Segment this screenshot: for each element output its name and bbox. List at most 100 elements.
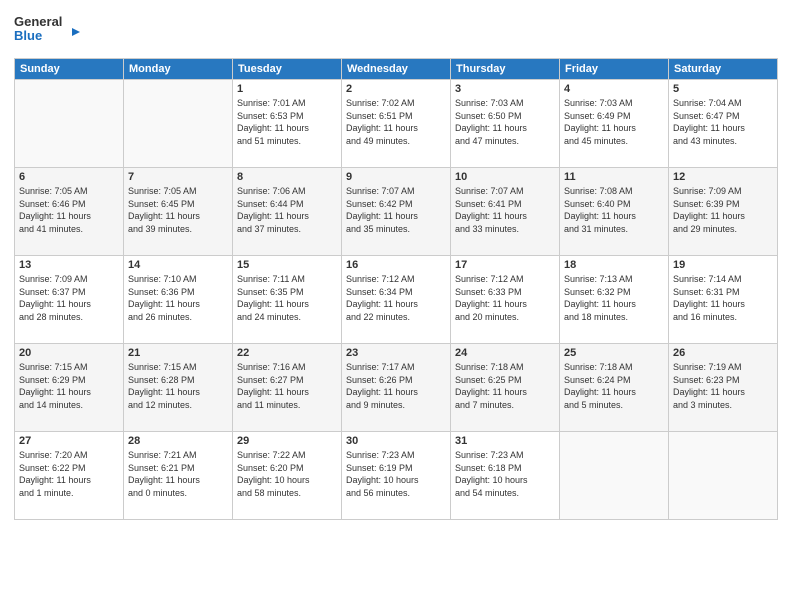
calendar-cell: 14 Sunrise: 7:10 AM Sunset: 6:36 PM Dayli… (124, 256, 233, 344)
calendar-cell: 22 Sunrise: 7:16 AM Sunset: 6:27 PM Dayli… (233, 344, 342, 432)
day-number: 20 (19, 347, 119, 359)
day-number: 29 (237, 435, 337, 447)
week-row-4: 20 Sunrise: 7:15 AM Sunset: 6:29 PM Dayli… (15, 344, 778, 432)
day-info: Sunrise: 7:09 AM Sunset: 6:39 PM Dayligh… (673, 185, 773, 235)
day-info: Sunrise: 7:12 AM Sunset: 6:33 PM Dayligh… (455, 273, 555, 323)
week-row-3: 13Sunrise: 7:09 AM Sunset: 6:37 PM Dayli… (15, 256, 778, 344)
day-number: 22 (237, 347, 337, 359)
calendar-cell: 2 Sunrise: 7:02 AM Sunset: 6:51 PM Daylig… (342, 80, 451, 168)
day-number: 8 (237, 171, 337, 183)
calendar-cell: 29 Sunrise: 7:22 AM Sunset: 6:20 PM Dayli… (233, 432, 342, 520)
day-info: Sunrise: 7:23 AM Sunset: 6:18 PM Dayligh… (455, 449, 555, 499)
calendar-cell: 17 Sunrise: 7:12 AM Sunset: 6:33 PM Dayli… (451, 256, 560, 344)
calendar-cell: 11Sunrise: 7:08 AM Sunset: 6:40 PM Dayli… (560, 168, 669, 256)
day-info: Sunrise: 7:04 AM Sunset: 6:47 PM Dayligh… (673, 97, 773, 147)
calendar-cell: 19 Sunrise: 7:14 AM Sunset: 6:31 PM Dayli… (669, 256, 778, 344)
calendar-cell: 30Sunrise: 7:23 AM Sunset: 6:19 PM Dayli… (342, 432, 451, 520)
day-header-wednesday: Wednesday (342, 59, 451, 80)
day-number: 30 (346, 435, 446, 447)
day-number: 23 (346, 347, 446, 359)
week-row-5: 27Sunrise: 7:20 AM Sunset: 6:22 PM Dayli… (15, 432, 778, 520)
calendar-cell: 7 Sunrise: 7:05 AM Sunset: 6:45 PM Daylig… (124, 168, 233, 256)
day-info: Sunrise: 7:15 AM Sunset: 6:28 PM Dayligh… (128, 361, 228, 411)
day-number: 6 (19, 171, 119, 183)
day-info: Sunrise: 7:16 AM Sunset: 6:27 PM Dayligh… (237, 361, 337, 411)
day-number: 21 (128, 347, 228, 359)
day-info: Sunrise: 7:19 AM Sunset: 6:23 PM Dayligh… (673, 361, 773, 411)
day-number: 3 (455, 83, 555, 95)
day-number: 11 (564, 171, 664, 183)
day-number: 10 (455, 171, 555, 183)
day-number: 14 (128, 259, 228, 271)
day-number: 1 (237, 83, 337, 95)
calendar-cell: 10 Sunrise: 7:07 AM Sunset: 6:41 PM Dayli… (451, 168, 560, 256)
calendar-cell: 26 Sunrise: 7:19 AM Sunset: 6:23 PM Dayli… (669, 344, 778, 432)
calendar-cell (15, 80, 124, 168)
calendar-cell: 15 Sunrise: 7:11 AM Sunset: 6:35 PM Dayli… (233, 256, 342, 344)
calendar-cell (124, 80, 233, 168)
calendar-cell: 28Sunrise: 7:21 AM Sunset: 6:21 PM Dayli… (124, 432, 233, 520)
calendar-cell: 6 Sunrise: 7:05 AM Sunset: 6:46 PM Daylig… (15, 168, 124, 256)
calendar-cell: 21 Sunrise: 7:15 AM Sunset: 6:28 PM Dayli… (124, 344, 233, 432)
calendar-cell: 1 Sunrise: 7:01 AM Sunset: 6:53 PM Daylig… (233, 80, 342, 168)
day-number: 28 (128, 435, 228, 447)
day-number: 7 (128, 171, 228, 183)
day-info: Sunrise: 7:15 AM Sunset: 6:29 PM Dayligh… (19, 361, 119, 411)
svg-text:General: General (14, 14, 62, 29)
calendar: SundayMondayTuesdayWednesdayThursdayFrid… (14, 58, 778, 520)
calendar-cell: 5 Sunrise: 7:04 AM Sunset: 6:47 PM Daylig… (669, 80, 778, 168)
day-number: 18 (564, 259, 664, 271)
calendar-cell: 13Sunrise: 7:09 AM Sunset: 6:37 PM Dayli… (15, 256, 124, 344)
day-number: 31 (455, 435, 555, 447)
calendar-cell: 27Sunrise: 7:20 AM Sunset: 6:22 PM Dayli… (15, 432, 124, 520)
day-info: Sunrise: 7:02 AM Sunset: 6:51 PM Dayligh… (346, 97, 446, 147)
day-number: 5 (673, 83, 773, 95)
calendar-cell: 4 Sunrise: 7:03 AM Sunset: 6:49 PM Daylig… (560, 80, 669, 168)
calendar-cell: 23Sunrise: 7:17 AM Sunset: 6:26 PM Dayli… (342, 344, 451, 432)
day-info: Sunrise: 7:05 AM Sunset: 6:46 PM Dayligh… (19, 185, 119, 235)
calendar-cell: 24Sunrise: 7:18 AM Sunset: 6:25 PM Dayli… (451, 344, 560, 432)
logo: General Blue (14, 10, 84, 50)
day-number: 19 (673, 259, 773, 271)
day-number: 16 (346, 259, 446, 271)
day-number: 17 (455, 259, 555, 271)
day-number: 15 (237, 259, 337, 271)
day-header-saturday: Saturday (669, 59, 778, 80)
day-header-thursday: Thursday (451, 59, 560, 80)
day-info: Sunrise: 7:11 AM Sunset: 6:35 PM Dayligh… (237, 273, 337, 323)
day-number: 24 (455, 347, 555, 359)
day-number: 25 (564, 347, 664, 359)
logo-svg: General Blue (14, 10, 84, 50)
day-header-monday: Monday (124, 59, 233, 80)
calendar-cell: 16 Sunrise: 7:12 AM Sunset: 6:34 PM Dayli… (342, 256, 451, 344)
calendar-cell: 31 Sunrise: 7:23 AM Sunset: 6:18 PM Dayli… (451, 432, 560, 520)
day-info: Sunrise: 7:01 AM Sunset: 6:53 PM Dayligh… (237, 97, 337, 147)
day-header-sunday: Sunday (15, 59, 124, 80)
day-info: Sunrise: 7:22 AM Sunset: 6:20 PM Dayligh… (237, 449, 337, 499)
day-number: 4 (564, 83, 664, 95)
day-number: 2 (346, 83, 446, 95)
calendar-cell: 18Sunrise: 7:13 AM Sunset: 6:32 PM Dayli… (560, 256, 669, 344)
header: General Blue (14, 10, 778, 50)
day-info: Sunrise: 7:20 AM Sunset: 6:22 PM Dayligh… (19, 449, 119, 499)
day-info: Sunrise: 7:14 AM Sunset: 6:31 PM Dayligh… (673, 273, 773, 323)
week-row-1: 1 Sunrise: 7:01 AM Sunset: 6:53 PM Daylig… (15, 80, 778, 168)
day-info: Sunrise: 7:18 AM Sunset: 6:24 PM Dayligh… (564, 361, 664, 411)
day-header-tuesday: Tuesday (233, 59, 342, 80)
day-info: Sunrise: 7:12 AM Sunset: 6:34 PM Dayligh… (346, 273, 446, 323)
calendar-cell: 25 Sunrise: 7:18 AM Sunset: 6:24 PM Dayli… (560, 344, 669, 432)
day-number: 26 (673, 347, 773, 359)
day-info: Sunrise: 7:05 AM Sunset: 6:45 PM Dayligh… (128, 185, 228, 235)
day-info: Sunrise: 7:06 AM Sunset: 6:44 PM Dayligh… (237, 185, 337, 235)
day-info: Sunrise: 7:07 AM Sunset: 6:41 PM Dayligh… (455, 185, 555, 235)
day-number: 12 (673, 171, 773, 183)
week-row-2: 6 Sunrise: 7:05 AM Sunset: 6:46 PM Daylig… (15, 168, 778, 256)
day-header-friday: Friday (560, 59, 669, 80)
page: General Blue SundayMondayTuesdayWednesda… (0, 0, 792, 612)
day-info: Sunrise: 7:10 AM Sunset: 6:36 PM Dayligh… (128, 273, 228, 323)
calendar-cell (669, 432, 778, 520)
day-info: Sunrise: 7:03 AM Sunset: 6:49 PM Dayligh… (564, 97, 664, 147)
day-info: Sunrise: 7:09 AM Sunset: 6:37 PM Dayligh… (19, 273, 119, 323)
day-info: Sunrise: 7:07 AM Sunset: 6:42 PM Dayligh… (346, 185, 446, 235)
calendar-cell (560, 432, 669, 520)
